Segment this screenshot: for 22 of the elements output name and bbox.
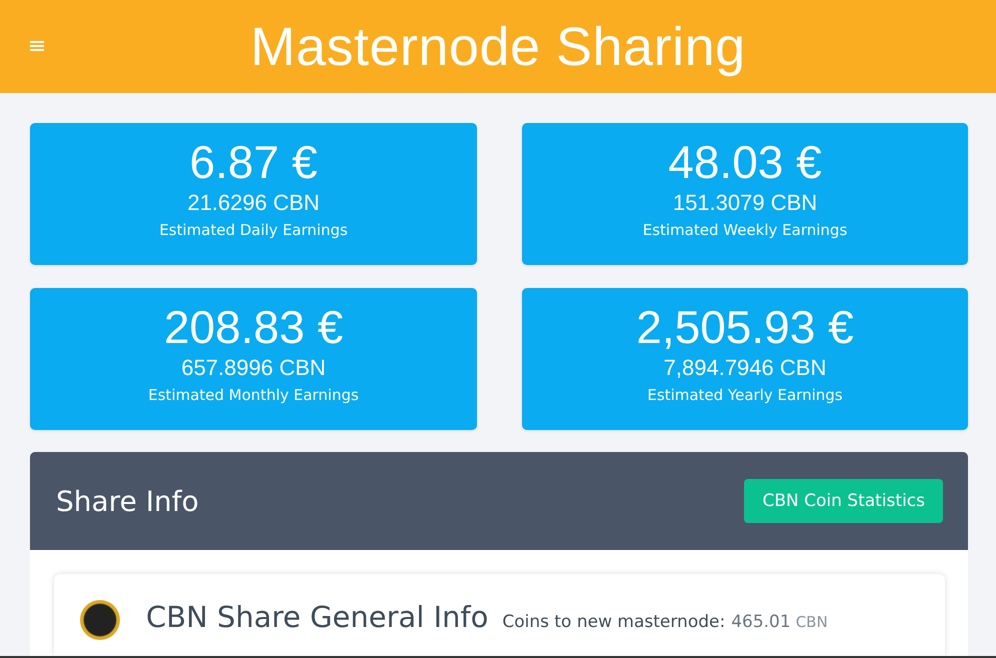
fiat-amount: 208.83 € [164, 300, 344, 354]
earnings-label: Estimated Weekly Earnings [642, 220, 848, 241]
menu-icon [30, 40, 44, 52]
fiat-amount: 48.03 € [668, 135, 822, 189]
earnings-label: Estimated Daily Earnings [159, 220, 348, 241]
earnings-label: Estimated Yearly Earnings [647, 385, 843, 406]
fiat-amount: 6.87 € [190, 135, 318, 189]
earnings-label: Estimated Monthly Earnings [148, 385, 359, 406]
coins-value: 465.01 [731, 612, 791, 632]
panel-title: Share Info [56, 484, 199, 518]
fiat-amount: 2,505.93 € [636, 300, 854, 354]
coin-logo-icon [80, 600, 120, 640]
coins-label: Coins to new masternode: [502, 612, 726, 632]
coin-amount: 151.3079 CBN [672, 189, 818, 217]
coin-amount: 657.8996 CBN [181, 354, 326, 382]
coin-amount: 7,894.7946 CBN [664, 354, 826, 382]
coin-statistics-button[interactable]: CBN Coin Statistics [744, 479, 943, 523]
coin-amount: 21.6296 CBN [187, 189, 320, 217]
info-title: CBN Share General Info [146, 600, 488, 634]
menu-button[interactable] [30, 40, 44, 52]
coins-unit: CBN [796, 613, 828, 631]
page-title: Masternode Sharing [250, 16, 746, 78]
